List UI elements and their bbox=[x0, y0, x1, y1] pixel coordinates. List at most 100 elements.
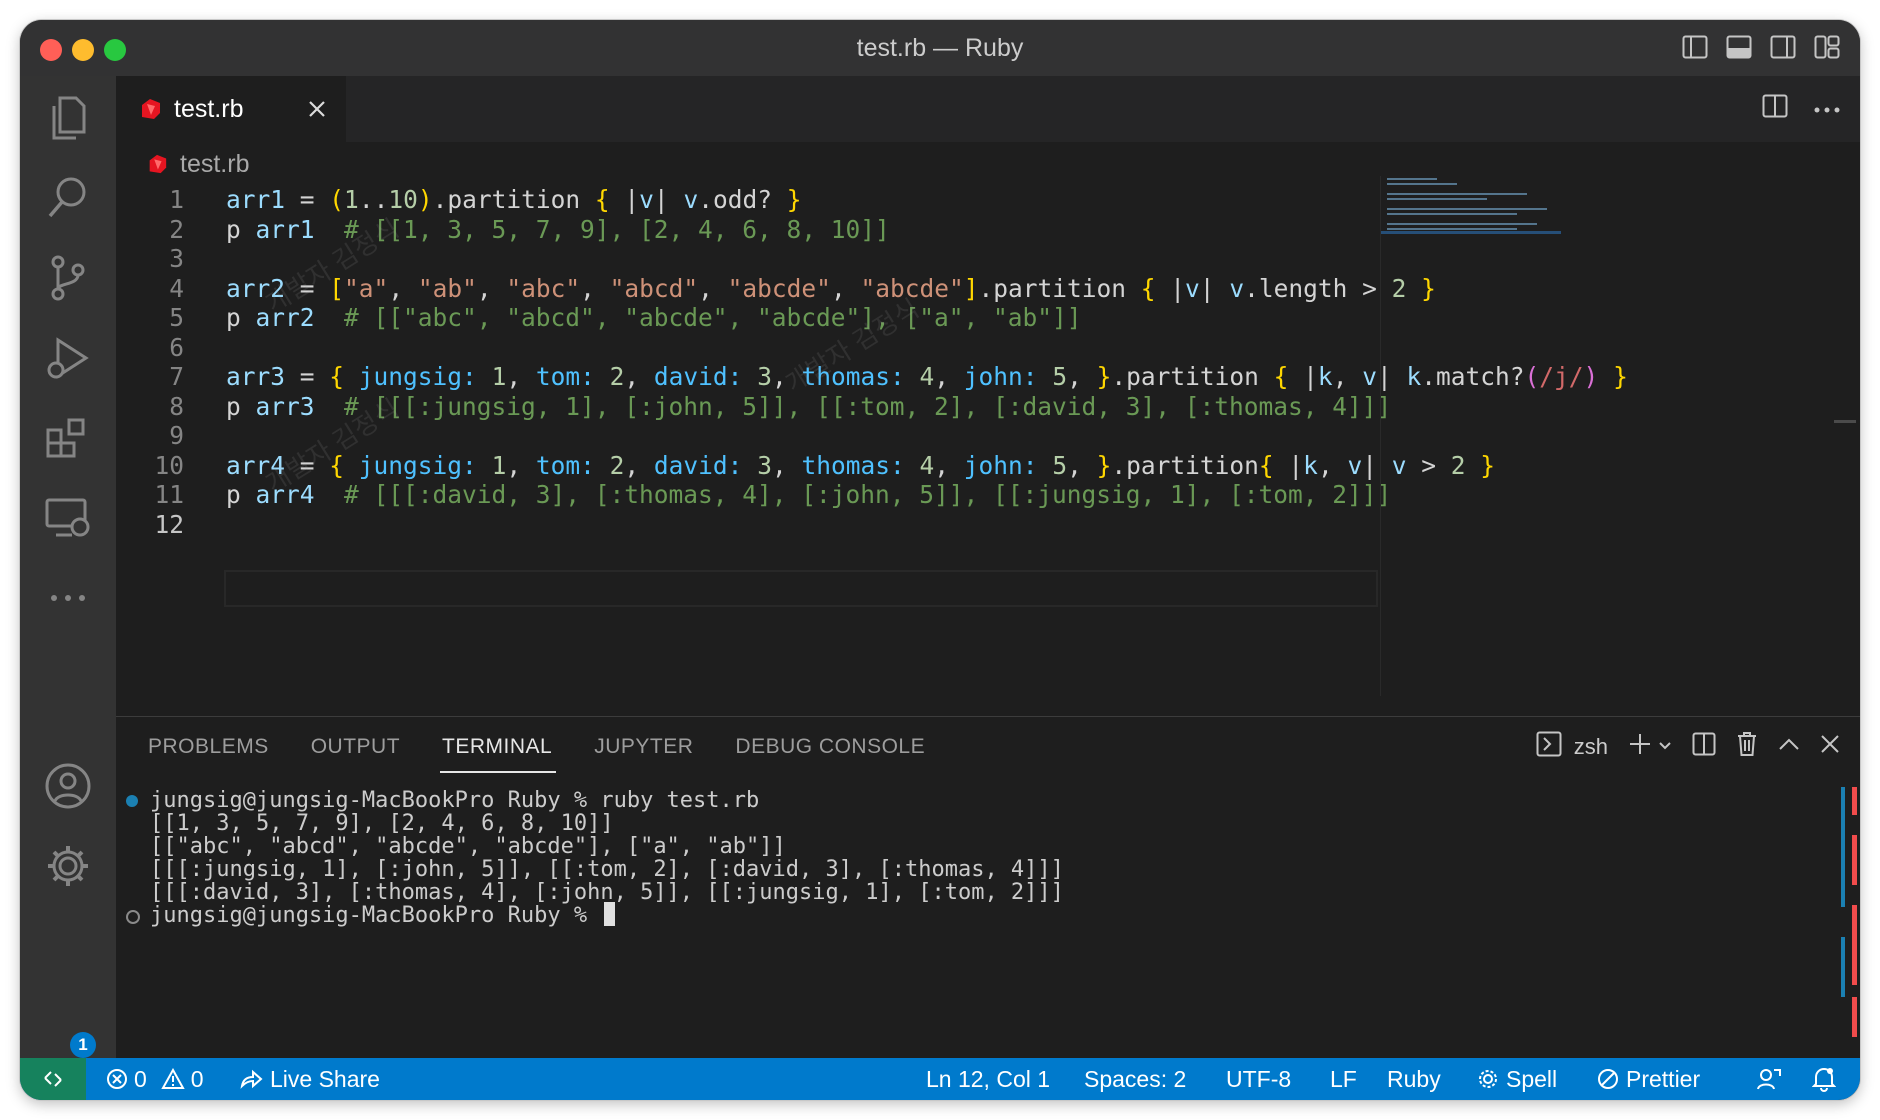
editor-area: test.rb test.rb 1 arr1 = (1..10).partiti… bbox=[116, 76, 1860, 716]
code-token: 10 bbox=[388, 185, 418, 214]
source-control-icon[interactable] bbox=[20, 238, 116, 318]
command-decoration[interactable] bbox=[126, 910, 140, 924]
minimap[interactable] bbox=[1380, 176, 1561, 696]
code-token: .length > bbox=[1244, 273, 1392, 303]
command-decoration[interactable] bbox=[126, 795, 138, 807]
spell-checker[interactable]: Spell bbox=[1476, 1058, 1557, 1100]
split-terminal-icon[interactable] bbox=[1692, 732, 1716, 761]
code-token: , bbox=[624, 362, 654, 391]
chevron-down-icon[interactable] bbox=[1658, 738, 1672, 756]
line-source: p arr1 # [[1, 3, 5, 7, 9], [2, 4, 6, 8, … bbox=[226, 212, 890, 247]
code-token: v bbox=[1362, 362, 1377, 391]
close-panel-icon[interactable] bbox=[1820, 734, 1840, 759]
remote-explorer-icon[interactable] bbox=[20, 478, 116, 558]
toggle-panel-icon[interactable] bbox=[1724, 32, 1754, 62]
code-token: , bbox=[388, 273, 418, 303]
terminal-scroll-decorations bbox=[1838, 787, 1858, 1047]
code-token: , bbox=[934, 450, 964, 480]
close-tab-icon[interactable] bbox=[302, 94, 332, 124]
code-token: | bbox=[1273, 450, 1304, 480]
code-token: { bbox=[329, 450, 345, 480]
code-token: = bbox=[285, 362, 330, 391]
terminal-shell-icon bbox=[1536, 731, 1562, 762]
panel-tab-problems[interactable]: PROBLEMS bbox=[148, 717, 269, 777]
account-icon[interactable] bbox=[20, 746, 116, 826]
activity-bar bbox=[20, 76, 116, 1058]
more-icon[interactable] bbox=[20, 558, 116, 638]
cursor-position[interactable]: Ln 12, Col 1 bbox=[926, 1058, 1050, 1100]
code-token: | bbox=[609, 185, 640, 214]
code-token: arr4 bbox=[226, 450, 286, 480]
code-token: , bbox=[1332, 362, 1363, 391]
customize-layout-icon[interactable] bbox=[1812, 32, 1842, 62]
status-bar: 0 0 Live Share Ln 12, Col 1 Spaces: 2 UT… bbox=[20, 1058, 1860, 1100]
code-token: "abcd" bbox=[609, 273, 699, 303]
code-token: .odd? bbox=[698, 185, 787, 214]
code-token: } bbox=[1096, 450, 1112, 480]
more-actions-icon[interactable] bbox=[1814, 100, 1840, 118]
notifications-bell-icon[interactable] bbox=[1812, 1058, 1836, 1100]
feedback-icon[interactable] bbox=[1756, 1058, 1782, 1100]
end-of-line[interactable]: LF bbox=[1330, 1058, 1357, 1100]
code-token: "ab" bbox=[417, 273, 477, 303]
code-token: v bbox=[1185, 273, 1200, 303]
code-token: arr2 bbox=[226, 273, 286, 303]
breadcrumb[interactable]: test.rb bbox=[146, 142, 249, 186]
manage-gear-icon[interactable] bbox=[20, 826, 116, 906]
code-token: p bbox=[226, 214, 256, 244]
prettier-status[interactable]: Prettier bbox=[1596, 1058, 1700, 1100]
bottom-panel: PROBLEMS OUTPUT TERMINAL JUPYTER DEBUG CONSO… bbox=[116, 716, 1860, 1059]
toggle-primary-sidebar-icon[interactable] bbox=[1680, 32, 1710, 62]
code-token: tom: bbox=[535, 450, 595, 480]
maximize-panel-chevron-up-icon[interactable] bbox=[1778, 737, 1800, 756]
code-token: # [["abc", "abcd", "abcde", "abcde"], ["… bbox=[314, 303, 1082, 332]
ruby-gem-icon bbox=[146, 153, 168, 175]
terminal-output[interactable]: jungsig@jungsig-MacBookPro Ruby % ruby t… bbox=[126, 787, 1826, 1047]
remote-indicator-icon[interactable] bbox=[20, 1058, 86, 1100]
code-token: p bbox=[226, 480, 256, 509]
gear-icon bbox=[1479, 1070, 1497, 1088]
panel-tab-terminal[interactable]: TERMINAL bbox=[440, 717, 557, 777]
code-token: } bbox=[1096, 362, 1112, 391]
breadcrumb-file: test.rb bbox=[180, 149, 250, 178]
panel-tab-debug-console[interactable]: DEBUG CONSOLE bbox=[735, 717, 925, 777]
code-token: { bbox=[329, 362, 345, 391]
code-token: 2 bbox=[609, 450, 625, 480]
run-and-debug-icon[interactable] bbox=[20, 318, 116, 398]
indentation[interactable]: Spaces: 2 bbox=[1084, 1058, 1186, 1100]
panel-tab-output[interactable]: OUTPUT bbox=[311, 717, 400, 777]
code-token: david: bbox=[653, 362, 743, 391]
line-source: p arr4 # [[[:david, 3], [:thomas, 4], [:… bbox=[226, 477, 1391, 512]
code-token: } bbox=[1613, 362, 1628, 391]
encoding[interactable]: UTF-8 bbox=[1226, 1058, 1291, 1100]
code-token: 5 bbox=[1052, 450, 1068, 480]
tab-test-rb[interactable]: test.rb bbox=[116, 76, 346, 142]
code-token: "a" bbox=[344, 273, 389, 303]
code-token: , bbox=[1067, 450, 1097, 480]
language-mode[interactable]: Ruby bbox=[1387, 1058, 1441, 1100]
code-token: # [[[:jungsig, 1], [:john, 5]], [[:tom, … bbox=[314, 391, 1392, 421]
code-token: k bbox=[1303, 450, 1318, 480]
kill-terminal-trash-icon[interactable] bbox=[1736, 731, 1758, 762]
extensions-icon[interactable] bbox=[20, 398, 116, 478]
code-token: .. bbox=[358, 185, 389, 214]
new-terminal-icon[interactable] bbox=[1628, 732, 1652, 761]
problems-status[interactable]: 0 0 bbox=[106, 1058, 204, 1100]
explorer-files-icon[interactable] bbox=[20, 78, 116, 158]
toggle-secondary-sidebar-icon[interactable] bbox=[1768, 32, 1798, 62]
code-token: "abc" bbox=[506, 273, 581, 303]
editor-scrollbar-marker[interactable] bbox=[1834, 420, 1856, 423]
code-token: , bbox=[771, 362, 802, 391]
code-token: , bbox=[934, 362, 964, 391]
split-editor-icon[interactable] bbox=[1762, 94, 1788, 123]
panel-tab-jupyter[interactable]: JUPYTER bbox=[594, 717, 693, 777]
code-token: tom: bbox=[535, 362, 595, 391]
code-token: | bbox=[1155, 273, 1186, 303]
code-token: p bbox=[226, 391, 256, 421]
live-share-button[interactable]: Live Share bbox=[238, 1058, 380, 1100]
search-icon[interactable] bbox=[20, 158, 116, 238]
code-token: { bbox=[1258, 450, 1274, 480]
terminal-shell-name[interactable]: zsh bbox=[1574, 734, 1608, 760]
